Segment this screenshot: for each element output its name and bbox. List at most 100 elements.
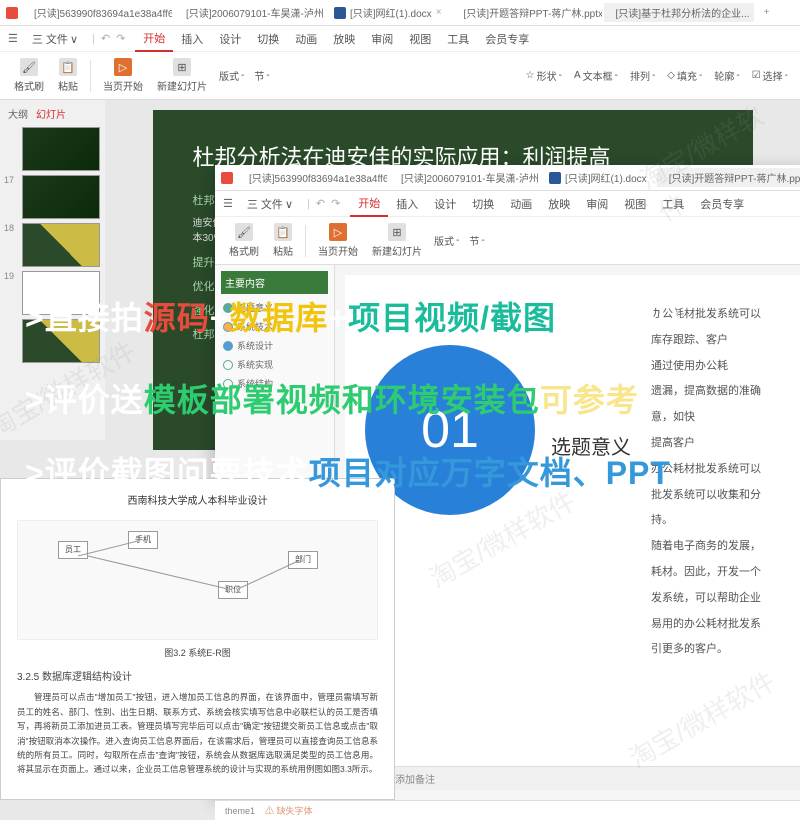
er-diagram: 员工 手机 职位 部门 (17, 520, 378, 640)
menu-member[interactable]: 会员专享 (692, 192, 752, 216)
layout-button[interactable]: 版式 - (215, 66, 248, 85)
bullet-icon (223, 360, 233, 370)
format-brush-button[interactable]: 🖌格式刷 (8, 56, 50, 95)
wps-icon (221, 172, 233, 184)
outline-item[interactable]: 系统实现 (221, 355, 328, 374)
new-slide-icon: ⊞ (173, 58, 191, 76)
doc-tab[interactable]: [只读]563990f83694a1e38a4ff65c...× (22, 3, 172, 22)
diagram-caption: 图3.2 系统E-R图 (17, 646, 378, 661)
doc-section-title: 3.2.5 数据库逻辑结构设计 (17, 669, 378, 686)
section-button[interactable]: 节 - (250, 66, 273, 85)
paste-icon: 📋 (274, 223, 292, 241)
from-current-button[interactable]: ▷当页开始 (97, 56, 149, 95)
redo-icon[interactable]: ↷ (116, 32, 125, 45)
shape-button[interactable]: ☆ 形状 - (522, 66, 566, 85)
current-slide[interactable]: 01 选题意义 办公耗材批发系统可以库存跟踪、客户通过使用办公耗 遗漏，提高数据… (345, 275, 800, 766)
title-bar: [只读]563990f83694a1e38a4ff65c...× [只读]200… (0, 0, 800, 26)
ribbon-toolbar: 🖌格式刷 📋粘贴 ▷当页开始 ⊞新建幻灯片 版式 - 节 - (215, 217, 800, 265)
redo-icon[interactable]: ↷ (331, 197, 340, 210)
arrange-button[interactable]: 排列 - (626, 66, 659, 85)
new-tab-button[interactable]: + (756, 7, 778, 18)
from-current-button[interactable]: ▷当页开始 (312, 221, 364, 260)
menu-review[interactable]: 审阅 (363, 27, 401, 51)
doc-tab[interactable]: [只读]开题答辩PPT-蒋广林.pptx× (452, 3, 602, 22)
menu-tools[interactable]: 工具 (654, 192, 692, 216)
document-preview: 西南科技大学成人本科毕业设计 员工 手机 职位 部门 图3.2 系统E-R图 3… (0, 478, 395, 800)
new-slide-button[interactable]: ⊞新建幻灯片 (366, 221, 428, 260)
promo-line-3: >评价截图问要技术项目对应万字文档、PPT (0, 448, 800, 494)
outline-heading: 主要内容 (221, 271, 328, 294)
word-icon (334, 7, 346, 19)
menu-animation[interactable]: 动画 (502, 192, 540, 216)
menu-design[interactable]: 设计 (426, 192, 464, 216)
textbox-button[interactable]: A 文本框 - (570, 66, 622, 85)
bullet-icon (223, 341, 233, 351)
file-menu[interactable]: 三 文件∨ (24, 27, 86, 51)
menu-start[interactable]: 开始 (135, 26, 173, 52)
menu-insert[interactable]: 插入 (388, 192, 426, 216)
new-slide-button[interactable]: ⊞新建幻灯片 (151, 56, 213, 95)
promo-line-1: >直接拍源码+数据库+项目视频/截图(无水印） (0, 293, 800, 339)
missing-font-status[interactable]: ⚠ 缺失字体 (265, 804, 313, 817)
menu-transition[interactable]: 切换 (249, 27, 287, 51)
menu-bar: ☰ 三 文件∨ | ↶ ↷ 开始 插入 设计 切换 动画 放映 审阅 视图 工具… (0, 26, 800, 52)
menu-start[interactable]: 开始 (350, 191, 388, 217)
hamburger-icon[interactable]: ☰ (223, 197, 233, 210)
hamburger-icon[interactable]: ☰ (8, 32, 18, 45)
paste-button[interactable]: 📋粘贴 (52, 56, 84, 95)
slides-tab[interactable]: 幻灯片 (36, 106, 66, 121)
play-icon: ▷ (329, 223, 347, 241)
menu-insert[interactable]: 插入 (173, 27, 211, 51)
wps-icon (6, 7, 18, 19)
play-icon: ▷ (114, 58, 132, 76)
slide-stage: 01 选题意义 办公耗材批发系统可以库存跟踪、客户通过使用办公耗 遗漏，提高数据… (335, 265, 800, 800)
slide-thumb[interactable]: 18 (4, 223, 101, 267)
doc-tab-active[interactable]: [只读]开题答辩PPT-蒋广林.pptx (657, 168, 800, 187)
notes-bar[interactable]: 单击此处添加备注 (345, 766, 800, 790)
title-bar: [只读]563990f83694a1e38a4ff65c... [只读]2006… (215, 165, 800, 191)
format-brush-button[interactable]: 🖌格式刷 (223, 221, 265, 260)
paste-button[interactable]: 📋粘贴 (267, 221, 299, 260)
doc-tab[interactable]: [只读]563990f83694a1e38a4ff65c... (237, 168, 387, 187)
menu-view[interactable]: 视图 (401, 27, 439, 51)
doc-header: 西南科技大学成人本科毕业设计 (17, 493, 378, 510)
ribbon-toolbar: 🖌格式刷 📋粘贴 ▷当页开始 ⊞新建幻灯片 版式 - 节 - ☆ 形状 - A … (0, 52, 800, 100)
close-icon[interactable]: × (436, 7, 442, 18)
undo-icon[interactable]: ↶ (101, 32, 110, 45)
paste-icon: 📋 (59, 58, 77, 76)
doc-tab[interactable]: [只读]网红(1).docx× (326, 3, 450, 22)
menu-slideshow[interactable]: 放映 (325, 27, 363, 51)
doc-paragraph: 管理员可以点击"增加员工"按钮，进入增加员工信息的界面，在该界面中，管理员需填写… (17, 690, 378, 777)
menu-design[interactable]: 设计 (211, 27, 249, 51)
file-menu[interactable]: 三 文件∨ (239, 192, 301, 216)
format-brush-icon: 🖌 (20, 58, 38, 76)
section-button[interactable]: 节 - (465, 231, 488, 250)
slide-thumb[interactable]: 17 (4, 175, 101, 219)
menu-member[interactable]: 会员专享 (477, 27, 537, 51)
menu-transition[interactable]: 切换 (464, 192, 502, 216)
select-button[interactable]: ☑ 选择 - (748, 66, 792, 85)
format-brush-icon: 🖌 (235, 223, 253, 241)
menu-bar: ☰ 三 文件∨ | ↶ ↷ 开始 插入 设计 切换 动画 放映 审阅 视图 工具… (215, 191, 800, 217)
doc-tab[interactable]: [只读]2006079101-车昊潇-泸州福...× (174, 3, 324, 22)
new-slide-icon: ⊞ (388, 223, 406, 241)
doc-tab[interactable]: [只读]网红(1).docx (541, 168, 655, 187)
menu-review[interactable]: 审阅 (578, 192, 616, 216)
menu-animation[interactable]: 动画 (287, 27, 325, 51)
layout-button[interactable]: 版式 - (430, 231, 463, 250)
undo-icon[interactable]: ↶ (316, 197, 325, 210)
menu-slideshow[interactable]: 放映 (540, 192, 578, 216)
slide-thumb[interactable] (4, 127, 101, 171)
menu-view[interactable]: 视图 (616, 192, 654, 216)
promo-line-2: >评价送模板部署视频和环境安装包可参考 (0, 375, 800, 421)
status-bar: theme1 ⚠ 缺失字体 (215, 800, 800, 820)
doc-tab[interactable]: [只读]2006079101-车昊潇-泸州福... (389, 168, 539, 187)
word-icon (549, 172, 561, 184)
theme-status: theme1 (225, 806, 255, 816)
menu-tools[interactable]: 工具 (439, 27, 477, 51)
thumb-tabs: 大纲 幻灯片 (4, 104, 101, 123)
outline-tab[interactable]: 大纲 (8, 106, 28, 121)
doc-tab-active[interactable]: [只读]基于杜邦分析法的企业...× (604, 3, 754, 22)
outline-tool-button[interactable]: 轮廓 - (710, 66, 743, 85)
fill-button[interactable]: ◇ 填充 - (663, 66, 706, 85)
